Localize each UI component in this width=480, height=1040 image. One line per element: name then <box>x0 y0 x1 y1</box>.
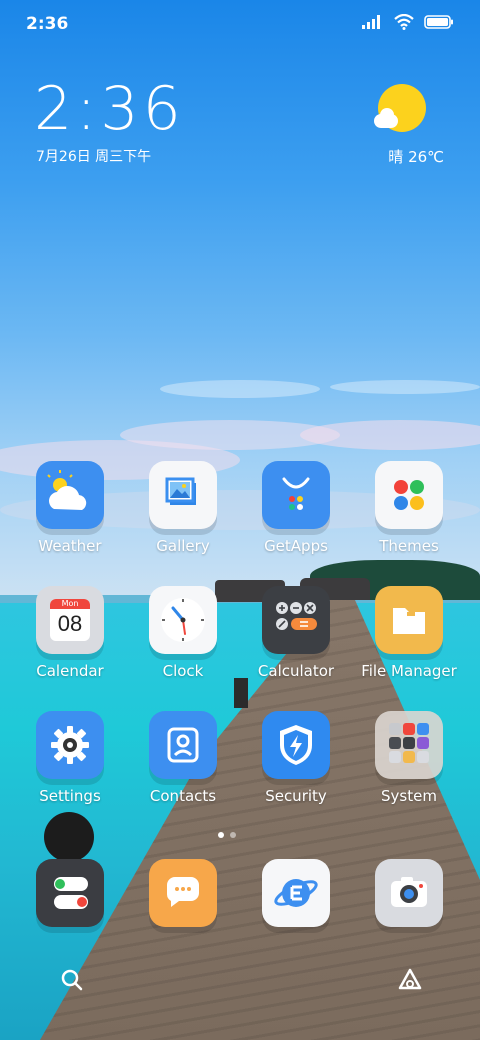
gallery-icon <box>149 461 217 529</box>
signal-icon <box>362 15 380 29</box>
weather-icon <box>36 461 104 529</box>
app-gallery[interactable]: Gallery <box>135 461 231 555</box>
getapps-icon <box>262 461 330 529</box>
themes-icon <box>375 461 443 529</box>
dock-camera[interactable] <box>361 859 457 927</box>
page-indicator <box>218 832 236 838</box>
app-label: Security <box>265 787 327 805</box>
app-weather[interactable]: Weather <box>22 461 118 555</box>
battery-icon <box>424 15 453 29</box>
app-label: Calendar <box>36 662 104 680</box>
calendar-day: 08 <box>57 611 83 636</box>
app-label: Gallery <box>156 537 210 555</box>
app-settings[interactable]: Settings <box>22 711 118 805</box>
app-label: File Manager <box>361 662 457 680</box>
dock-messages[interactable] <box>135 859 231 927</box>
widget-date: 7月26日 周三下午 <box>36 149 152 165</box>
app-label: Clock <box>162 662 204 680</box>
calendar-month: Mon <box>50 599 90 609</box>
app-label: Settings <box>39 787 101 805</box>
settings-icon <box>36 711 104 779</box>
app-getapps[interactable]: GetApps <box>248 461 344 555</box>
widget-weather: 晴 26℃ <box>388 148 444 166</box>
app-label: System <box>381 787 437 805</box>
app-calendar[interactable]: Mon 08 Calendar <box>22 586 118 680</box>
security-icon <box>262 711 330 779</box>
status-bar: 2:36 <box>0 0 480 50</box>
app-label: Calculator <box>257 662 335 680</box>
app-clock[interactable]: Clock <box>135 586 231 680</box>
page-dot <box>230 832 236 838</box>
messages-icon <box>149 859 217 927</box>
app-label: Themes <box>379 537 439 555</box>
dock-browser[interactable] <box>248 859 344 927</box>
page-dot-current <box>218 832 224 838</box>
search-icon[interactable] <box>58 966 86 994</box>
app-file-manager[interactable]: File Manager <box>361 586 457 680</box>
browser-icon <box>262 859 330 927</box>
app-themes[interactable]: Themes <box>361 461 457 555</box>
phone-icon <box>36 859 104 927</box>
status-time: 2:36 <box>26 14 69 34</box>
app-label: GetApps <box>264 537 328 555</box>
clock-icon <box>149 586 217 654</box>
app-drawer-icon[interactable] <box>396 966 424 994</box>
widget-clock[interactable]: 2:36 <box>34 74 185 144</box>
camera-icon <box>375 859 443 927</box>
file-manager-icon <box>375 586 443 654</box>
app-contacts[interactable]: Contacts <box>135 711 231 805</box>
app-label: Contacts <box>149 787 217 805</box>
calculator-icon <box>262 586 330 654</box>
app-label: Weather <box>38 537 102 555</box>
dock-phone[interactable] <box>22 859 118 927</box>
contacts-icon <box>149 711 217 779</box>
wifi-icon <box>394 14 414 30</box>
calendar-icon: Mon 08 <box>36 586 104 654</box>
app-system-folder[interactable]: System <box>361 711 457 805</box>
app-calculator[interactable]: Calculator <box>248 586 344 680</box>
app-security[interactable]: Security <box>248 711 344 805</box>
system-folder-icon <box>375 711 443 779</box>
